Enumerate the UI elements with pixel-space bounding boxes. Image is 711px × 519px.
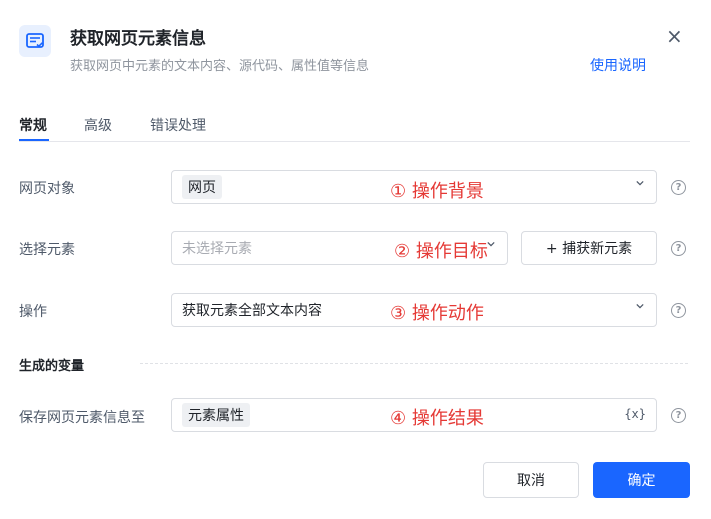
annotation-context: ① 操作背景: [390, 181, 484, 202]
web-object-value: 网页: [182, 175, 222, 199]
chevron-down-icon: [636, 303, 644, 309]
operation-value: 获取元素全部文本内容: [182, 303, 322, 319]
operation-label: 操作: [19, 304, 47, 320]
help-link[interactable]: 使用说明: [590, 55, 646, 75]
annotation-result: ④ 操作结果: [390, 408, 484, 429]
capture-element-button[interactable]: + 捕获新元素: [521, 231, 657, 265]
dialog-icon: [19, 25, 51, 57]
element-info-icon: [26, 33, 44, 48]
select-element-label: 选择元素: [19, 242, 75, 258]
tab-advanced[interactable]: 高级: [84, 115, 112, 135]
tab-divider: [19, 141, 690, 142]
annotation-action: ③ 操作动作: [390, 303, 484, 324]
cancel-button[interactable]: 取消: [483, 462, 579, 498]
help-icon[interactable]: ?: [671, 180, 686, 195]
dialog-title: 获取网页元素信息: [70, 29, 206, 49]
help-icon[interactable]: ?: [671, 408, 686, 423]
annotation-target: ② 操作目标: [394, 241, 488, 262]
tab-error-handling[interactable]: 错误处理: [150, 115, 206, 135]
save-to-label: 保存网页元素信息至: [19, 410, 145, 426]
variable-icon[interactable]: {x}: [624, 407, 646, 421]
tab-general[interactable]: 常规: [19, 115, 47, 135]
chevron-down-icon: [636, 180, 644, 186]
web-object-label: 网页对象: [19, 181, 75, 197]
confirm-button[interactable]: 确定: [593, 462, 690, 498]
help-icon[interactable]: ?: [671, 241, 686, 256]
select-element-placeholder: 未选择元素: [182, 241, 252, 257]
save-to-variable-value: 元素属性: [182, 403, 250, 427]
section-divider: [140, 363, 688, 364]
section-title-output-vars: 生成的变量: [19, 359, 85, 374]
help-icon[interactable]: ?: [671, 303, 686, 318]
chevron-down-icon: [487, 241, 495, 247]
dialog-subtitle: 获取网页中元素的文本内容、源代码、属性值等信息: [70, 59, 370, 74]
close-icon[interactable]: ×: [666, 26, 683, 46]
